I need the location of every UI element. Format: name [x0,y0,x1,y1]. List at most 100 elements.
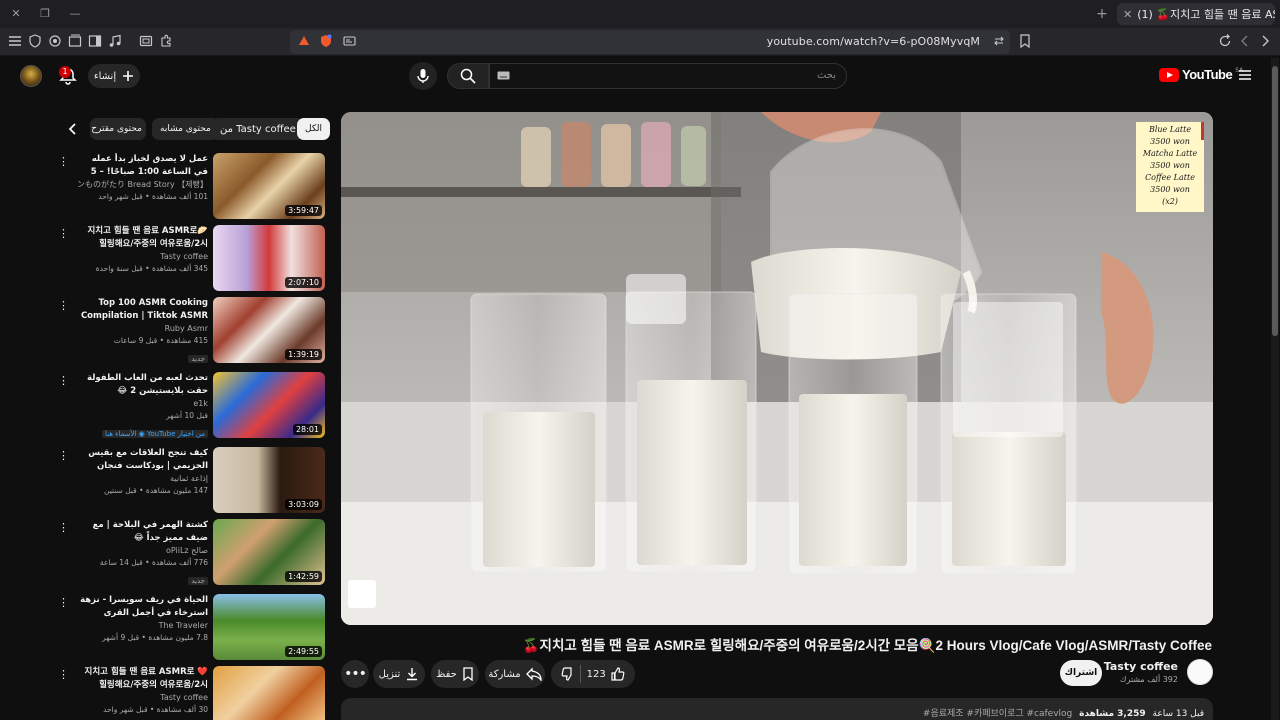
video-title[interactable]: الحياة في ريف سويسرا - نزهة استرخاء في أ… [78,594,208,620]
list-item[interactable]: 3:59:47 عمل لا يصدق لخباز بدأ عمله في ال… [0,153,330,223]
keyboard-icon[interactable] [497,71,510,80]
tab-close-icon[interactable]: ✕ [1123,8,1132,21]
dislike-icon[interactable] [561,667,575,681]
browser-tab[interactable]: ✕ (1) 🍒지치고 힘들 땐 음료 AS 🔊 [1117,3,1275,25]
guide-menu-icon[interactable] [1238,68,1252,82]
channel-name[interactable]: Tasty coffee [1104,660,1178,673]
chip-recommended[interactable]: محتوى مقترح [90,118,146,140]
reader-mode-icon[interactable] [343,35,356,47]
music-icon[interactable] [108,34,124,50]
extensions-icon[interactable] [159,34,175,50]
search-button[interactable] [447,63,489,89]
maximize-window-icon[interactable]: ❐ [37,6,53,22]
list-item[interactable]: 28:01 تحدث لعبه من العاب الطفولة حقت بلا… [0,372,330,442]
hashtags[interactable]: #음료제조 #카페브이로그 #cafevlog [923,709,1072,719]
save-button[interactable]: حفظ [431,660,479,688]
more-options-icon[interactable]: ⋮ [58,668,69,682]
download-button[interactable]: تنزيل [373,660,425,688]
video-stats: 147 مليون مشاهدة • قبل سنتين [104,486,208,495]
duration-badge: 28:01 [292,424,322,435]
list-item[interactable]: 1:39:19 Top 100 ASMR Cooking Compilation… [0,297,330,367]
channel-name[interactable]: صالح oPiiLz [78,545,208,557]
channel-name[interactable]: パンものがたり Bread Story 【제빵】 [78,179,208,191]
user-avatar[interactable] [20,65,42,87]
video-title[interactable]: Top 100 ASMR Cooking Compilation | Tikto… [78,297,208,323]
minimize-window-icon[interactable]: — [67,6,83,22]
more-options-icon[interactable]: ⋮ [58,155,69,169]
new-badge: جديد [188,577,208,585]
list-item[interactable]: ❤️ 지치고 힘들 땐 음료 ASMR로 힐링해요/주중의 여유로움/2시 Ta… [0,666,330,720]
url-text[interactable]: youtube.com/watch?v=6-pO08MyvqM [767,35,980,48]
channel-name[interactable]: إذاعة ثمانية [78,473,208,485]
video-thumbnail[interactable]: 3:03:09 [213,447,325,513]
channel-name[interactable]: Ruby Asmr [78,323,208,335]
list-item[interactable]: 1:42:59 كشتة الهمر في البلاحة | مع ضيف م… [0,519,330,589]
video-thumbnail[interactable]: 2:49:55 [213,594,325,660]
browser-title-bar: ✕ ❐ — [0,0,1280,28]
chip-similar[interactable]: محتوى مشابه [152,118,219,140]
new-tab-button[interactable]: + [1094,6,1110,22]
tab-title: (1) 🍒지치고 힘들 땐 음료 AS [1137,8,1275,21]
sidebar-icon[interactable] [88,34,104,50]
voice-search-button[interactable] [409,62,437,90]
chips-scroll-left-icon[interactable] [64,120,82,138]
more-options-icon[interactable]: ⋮ [58,449,69,463]
video-thumbnail[interactable]: 1:39:19 [213,297,325,363]
subscribe-button[interactable]: اشتراك [1060,660,1102,686]
close-window-icon[interactable]: ✕ [8,6,24,22]
menu-icon[interactable] [8,34,24,50]
reload-icon[interactable] [1218,34,1232,48]
chip-all[interactable]: الكل [297,118,331,140]
more-options-icon[interactable]: ⋮ [58,374,69,388]
search-placeholder: بحث [816,70,836,81]
channel-name[interactable]: Tasty coffee [78,692,208,704]
more-options-icon[interactable]: ⋮ [58,521,69,535]
video-thumbnail[interactable]: 1:42:59 [213,519,325,585]
forward-icon[interactable] [1259,34,1271,48]
video-stats: 30 ألف مشاهدة • قبل شهر واحد [103,705,208,714]
video-thumbnail[interactable]: 2:07:10 [213,225,325,291]
brave-rewards-icon[interactable] [298,35,310,47]
video-thumbnail[interactable] [213,666,325,720]
bookmark-icon[interactable] [1019,34,1031,48]
scrollbar-thumb[interactable] [1272,66,1278,336]
list-item[interactable]: 2:07:10 🥟지치고 힘들 땐 음료 ASMR로 힐링해요/주중의 여유로움… [0,225,330,295]
like-icon[interactable] [611,667,625,681]
video-title[interactable]: كيف تنجح العلاقات مع بقيس الحزيمي | بودك… [78,447,208,473]
tabs-icon[interactable] [68,34,84,50]
chip-from-channel[interactable]: من Tasty coffee [212,118,304,140]
video-title[interactable]: 🥟지치고 힘들 땐 음료 ASMR로 힐링해요/주중의 여유로움/2시 [78,225,208,251]
create-button[interactable]: إنشاء [88,64,140,88]
youtube-logo[interactable]: YouTube SA [1159,67,1243,82]
download-icon [407,668,418,681]
channel-name[interactable]: The Traveler [78,620,208,632]
channel-name[interactable]: e1k [78,398,208,410]
share-button[interactable]: مشاركة [485,660,545,688]
menu-sign-line: 3500 won [1150,137,1190,146]
save-playlist-icon [463,667,473,681]
more-options-icon[interactable]: ⋮ [58,227,69,241]
list-item[interactable]: 3:03:09 كيف تنجح العلاقات مع بقيس الحزيم… [0,447,330,517]
video-thumbnail[interactable]: 28:01 [213,372,325,438]
list-item[interactable]: 2:49:55 الحياة في ريف سويسرا - نزهة استر… [0,594,330,664]
video-player[interactable]: Blue Latte 3500 won Matcha Latte 3500 wo… [341,112,1213,625]
eye-icon[interactable] [48,34,64,50]
screenshot-icon[interactable] [139,34,155,50]
shield-icon[interactable] [28,34,44,50]
video-thumbnail[interactable]: 3:59:47 [213,153,325,219]
video-title[interactable]: تحدث لعبه من العاب الطفولة حقت بلايستيشن… [78,372,208,398]
more-options-icon[interactable]: ⋮ [58,596,69,610]
search-input[interactable] [489,63,847,89]
video-title[interactable]: كشتة الهمر في البلاحة | مع ضيف مميز جداً… [78,519,208,545]
channel-avatar[interactable] [1187,659,1213,685]
share-url-icon[interactable] [993,35,1005,47]
video-title[interactable]: عمل لا يصدق لخباز بدأ عمله في الساعة 1:0… [78,153,208,179]
back-icon[interactable] [1239,34,1251,48]
brave-shield-icon[interactable] [319,34,333,48]
video-title[interactable]: ❤️ 지치고 힘들 땐 음료 ASMR로 힐링해요/주중의 여유로움/2시 [78,666,208,692]
more-options-icon[interactable]: ⋮ [58,299,69,313]
more-actions-button[interactable]: ••• [341,660,369,688]
view-count: 3,259 مشاهدة [1079,709,1146,719]
channel-name[interactable]: Tasty coffee [78,251,208,263]
menu-sign-line: Coffee Latte [1145,173,1195,182]
